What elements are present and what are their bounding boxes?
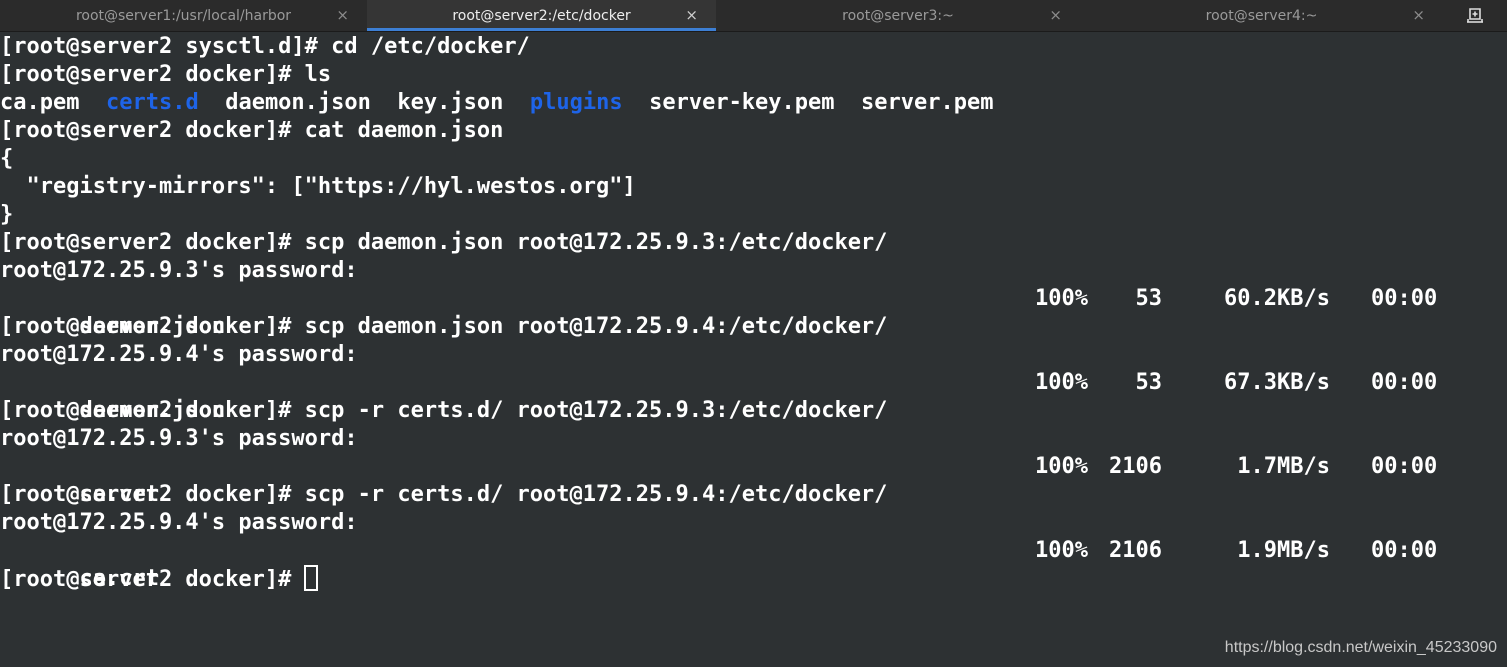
transfer-percent: 100% bbox=[1035, 538, 1088, 563]
transfer-row: ca.crt 100% 2106 1.9MB/s 00:00 bbox=[0, 537, 1507, 591]
text-cursor bbox=[304, 565, 319, 591]
terminal-line: root@172.25.9.3's password: bbox=[0, 426, 358, 451]
transfer-size: 53 bbox=[1135, 286, 1163, 311]
terminal-line: root@172.25.9.4's password: bbox=[0, 342, 358, 367]
terminal-line: [root@server2 docker]# scp daemon.json r… bbox=[0, 314, 888, 339]
terminal-line: [root@server2 docker]# scp daemon.json r… bbox=[0, 230, 888, 255]
prompt-line[interactable]: [root@server2 docker]# bbox=[0, 565, 1507, 593]
tab-server4[interactable]: root@server4:~ × bbox=[1080, 0, 1443, 31]
terminal-line: [root@server2 docker]# scp -r certs.d/ r… bbox=[0, 398, 888, 423]
transfer-rate: 67.3KB/s bbox=[1224, 370, 1330, 395]
directory-entry: plugins bbox=[529, 90, 623, 115]
file-entry: ca.pem bbox=[0, 90, 80, 115]
file-entry: daemon.json bbox=[225, 90, 371, 115]
directory-entry: certs.d bbox=[105, 90, 199, 115]
terminal-line: [root@server2 docker]# scp -r certs.d/ r… bbox=[0, 482, 888, 507]
tab-bar: root@server1:/usr/local/harbor × root@se… bbox=[0, 0, 1507, 32]
terminal-line: root@172.25.9.4's password: bbox=[0, 510, 358, 535]
file-entry: server-key.pem bbox=[649, 90, 835, 115]
terminal-line: [root@server2 docker]# ls bbox=[0, 62, 332, 87]
terminal-line: [root@server2 sysctl.d]# cd /etc/docker/ bbox=[0, 34, 530, 59]
transfer-row: ca.crt 100% 2106 1.7MB/s 00:00 bbox=[0, 453, 1507, 507]
transfer-eta: 00:00 bbox=[1371, 370, 1438, 395]
transfer-size: 2106 bbox=[1109, 454, 1162, 479]
terminal-line: } bbox=[0, 202, 14, 227]
terminal-line: { bbox=[0, 146, 14, 171]
terminal-window: root@server1:/usr/local/harbor × root@se… bbox=[0, 0, 1507, 667]
tab-label: root@server4:~ bbox=[1205, 7, 1318, 24]
terminal-line: root@172.25.9.3's password: bbox=[0, 258, 358, 283]
tab-label: root@server2:/etc/docker bbox=[452, 7, 631, 24]
close-icon[interactable]: × bbox=[685, 5, 698, 25]
close-icon[interactable]: × bbox=[1412, 5, 1425, 25]
close-icon[interactable]: × bbox=[336, 5, 349, 25]
tab-label: root@server1:/usr/local/harbor bbox=[75, 7, 292, 24]
ls-output: ca.pem certs.d daemon.json key.json plug… bbox=[0, 89, 1507, 117]
new-tab-icon bbox=[1467, 7, 1483, 23]
tab-server1[interactable]: root@server1:/usr/local/harbor × bbox=[0, 0, 367, 31]
transfer-row: daemon.json 100% 53 60.2KB/s 00:00 bbox=[0, 285, 1507, 339]
transfer-percent: 100% bbox=[1035, 286, 1088, 311]
shell-prompt: [root@server2 docker]# bbox=[0, 567, 292, 592]
transfer-eta: 00:00 bbox=[1371, 538, 1438, 563]
transfer-eta: 00:00 bbox=[1371, 454, 1438, 479]
tab-server2[interactable]: root@server2:/etc/docker × bbox=[367, 0, 716, 31]
file-entry: key.json bbox=[397, 90, 504, 115]
watermark: https://blog.csdn.net/weixin_45233090 bbox=[1224, 639, 1497, 656]
transfer-size: 53 bbox=[1135, 370, 1163, 395]
transfer-rate: 1.7MB/s bbox=[1237, 454, 1330, 479]
transfer-rate: 60.2KB/s bbox=[1224, 286, 1330, 311]
terminal-line: [root@server2 docker]# cat daemon.json bbox=[0, 118, 504, 143]
transfer-size: 2106 bbox=[1109, 538, 1162, 563]
terminal-output[interactable]: [root@server2 sysctl.d]# cd /etc/docker/… bbox=[0, 33, 1507, 667]
new-tab-button[interactable] bbox=[1443, 0, 1507, 31]
tab-label: root@server3:~ bbox=[842, 7, 954, 24]
tab-server3[interactable]: root@server3:~ × bbox=[716, 0, 1080, 31]
close-icon[interactable]: × bbox=[1049, 5, 1062, 25]
file-entry: server.pem bbox=[861, 90, 994, 115]
terminal-line: "registry-mirrors": ["https://hyl.westos… bbox=[0, 174, 636, 199]
transfer-row: daemon.json 100% 53 67.3KB/s 00:00 bbox=[0, 369, 1507, 423]
transfer-percent: 100% bbox=[1035, 370, 1088, 395]
transfer-percent: 100% bbox=[1035, 454, 1088, 479]
transfer-rate: 1.9MB/s bbox=[1237, 538, 1330, 563]
transfer-eta: 00:00 bbox=[1371, 286, 1438, 311]
